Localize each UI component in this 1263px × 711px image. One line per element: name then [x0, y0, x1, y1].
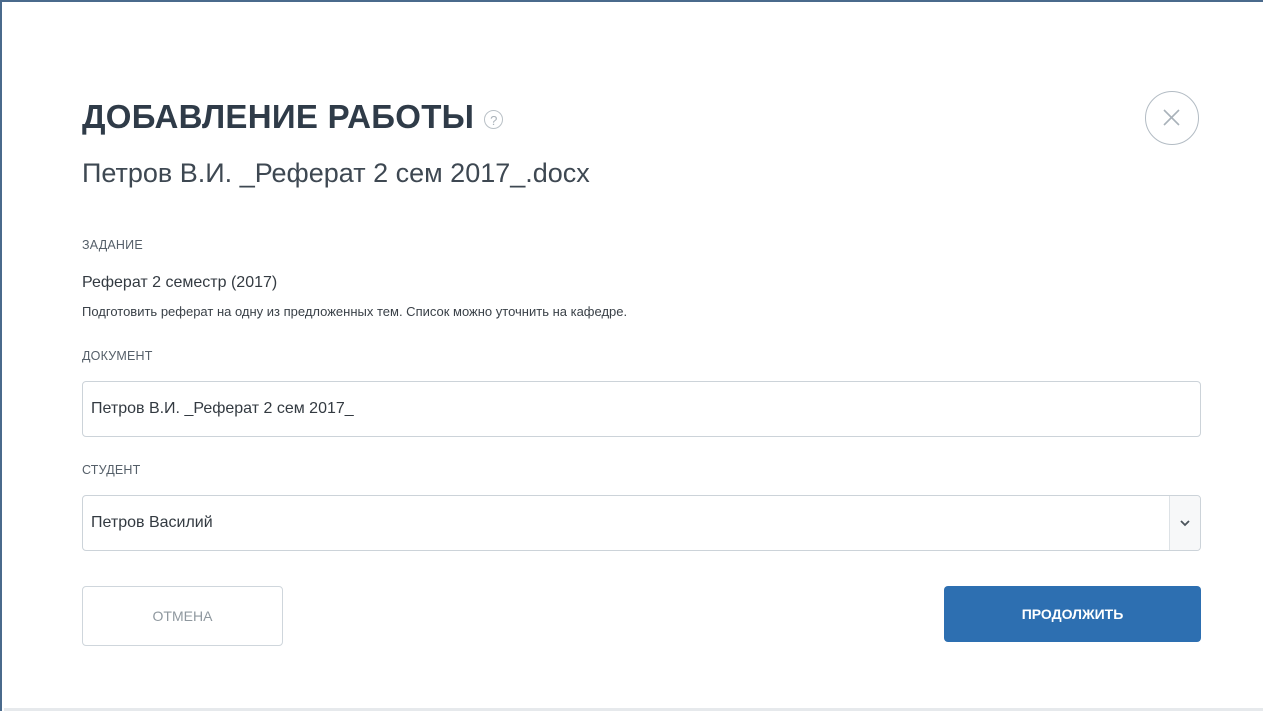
- chevron-down-icon: [1180, 520, 1190, 527]
- continue-button[interactable]: ПРОДОЛЖИТЬ: [944, 586, 1201, 642]
- task-label: ЗАДАНИЕ: [82, 238, 143, 252]
- task-name: Реферат 2 семестр (2017): [82, 274, 278, 291]
- student-label: СТУДЕНТ: [82, 463, 141, 477]
- help-icon[interactable]: ?: [484, 109, 504, 129]
- task-description: Подготовить реферат на одну из предложен…: [82, 304, 628, 319]
- close-button[interactable]: [1145, 91, 1199, 145]
- close-icon: [1163, 109, 1180, 126]
- student-selected-value: Петров Василий: [91, 514, 213, 531]
- student-select[interactable]: Петров Василий: [82, 495, 1201, 551]
- dropdown-toggle[interactable]: [1169, 496, 1200, 550]
- file-name: Петров В.И. _Реферат 2 сем 2017_.docx: [82, 158, 590, 188]
- dialog-header: ДОБАВЛЕНИЕ РАБОТЫ ?: [82, 98, 504, 136]
- dialog-window: ДОБАВЛЕНИЕ РАБОТЫ ? Петров В.И. _Реферат…: [0, 0, 1263, 711]
- document-name-input[interactable]: [82, 381, 1201, 437]
- cancel-button[interactable]: ОТМЕНА: [82, 586, 283, 646]
- dialog-title: ДОБАВЛЕНИЕ РАБОТЫ: [82, 98, 475, 135]
- document-label: ДОКУМЕНТ: [82, 349, 153, 363]
